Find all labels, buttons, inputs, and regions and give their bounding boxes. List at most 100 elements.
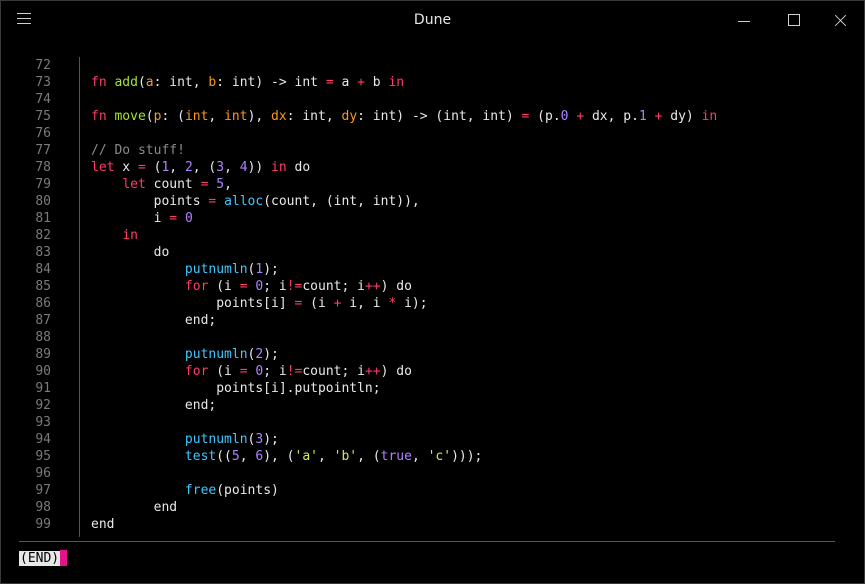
code-token: 3: [216, 160, 225, 175]
line-number: 72: [35, 58, 51, 73]
status-divider: [19, 541, 835, 542]
code-token: putnumln: [184, 262, 248, 277]
code-token: !=: [286, 364, 303, 379]
line-number: 90: [35, 364, 51, 379]
code-token: =: [325, 75, 334, 90]
code-token: in: [388, 75, 405, 90]
code-token: =: [169, 211, 178, 226]
code-token: do: [286, 160, 311, 175]
code-token: count; i: [302, 364, 365, 379]
code-editor[interactable]: 72 73 fn add(a: int, b: int) -> int = a + …: [1, 57, 864, 537]
code-text: for (i = 0; i!=count; i++) do: [91, 278, 412, 295]
code-token: end: [91, 517, 115, 532]
code-text: end;: [91, 312, 216, 329]
code-text: end;: [91, 397, 216, 414]
code-token: points[i].putpointln;: [91, 381, 381, 396]
code-token: ,: [208, 109, 225, 124]
code-token: ,: [411, 449, 428, 464]
code-text: putnumln(1);: [91, 261, 279, 278]
line-number: 98: [35, 500, 51, 515]
code-token: 0: [184, 211, 193, 226]
code-token: count; i: [302, 279, 365, 294]
code-token: i: [91, 211, 170, 226]
minimize-icon[interactable]: [734, 11, 754, 31]
code-token: =: [239, 364, 248, 379]
line-number: 85: [35, 279, 51, 294]
code-text: // Do stuff!: [91, 142, 185, 159]
close-icon[interactable]: [831, 11, 851, 31]
code-text: end: [91, 499, 177, 516]
code-token: int: [184, 109, 209, 124]
status-bar: (END): [19, 550, 68, 567]
code-token: ) do: [380, 279, 412, 294]
code-text: in: [91, 227, 138, 244]
code-token: , (: [192, 160, 217, 175]
code-token: (count, (int, int)),: [263, 194, 420, 209]
code-token: end: [91, 500, 178, 515]
code-token: let: [122, 177, 146, 192]
code-token: dy: [341, 109, 358, 124]
line-number: 96: [35, 466, 51, 481]
code-text: free(points): [91, 482, 279, 499]
code-token: 5: [231, 449, 240, 464]
code-token: dx: [271, 109, 287, 124]
line-number: 99: [35, 517, 51, 532]
code-token: );: [263, 347, 279, 362]
code-token: putnumln: [184, 347, 248, 362]
line-number: 73: [35, 75, 51, 90]
code-token: a: [333, 75, 358, 90]
code-token: )): [247, 160, 272, 175]
line-number: 80: [35, 194, 51, 209]
code-token: =: [239, 279, 248, 294]
code-text: points[i] = (i + i, i * i);: [91, 295, 427, 312]
code-token: );: [263, 432, 279, 447]
line-number: 81: [35, 211, 51, 226]
line-number: 88: [35, 330, 51, 345]
code-token: +: [576, 109, 585, 124]
code-token: +: [357, 75, 365, 90]
title-bar: Dune: [1, 1, 864, 41]
code-token: ; i: [263, 364, 287, 379]
code-token: move: [114, 109, 146, 124]
code-token: );: [263, 262, 279, 277]
code-token: 2: [184, 160, 193, 175]
code-text: putnumln(3);: [91, 431, 279, 448]
code-token: 'b': [333, 449, 358, 464]
line-number: 86: [35, 296, 51, 311]
line-number: 95: [35, 449, 51, 464]
line-number: 83: [35, 245, 51, 260]
code-token: fn: [91, 75, 107, 90]
code-text: do: [91, 244, 170, 261]
line-number: 87: [35, 313, 51, 328]
code-text: let count = 5,: [91, 176, 232, 193]
code-token: !=: [286, 279, 303, 294]
code-token: putnumln: [184, 432, 248, 447]
code-token: 1: [638, 109, 647, 124]
code-token: end;: [91, 313, 217, 328]
code-token: ; i: [263, 279, 287, 294]
code-token: ,: [224, 177, 232, 192]
code-text: points = alloc(count, (int, int)),: [91, 193, 420, 210]
code-token: int: [224, 109, 248, 124]
code-token: for: [184, 364, 209, 379]
line-number: 78: [35, 160, 51, 175]
code-text: for (i = 0; i!=count; i++) do: [91, 363, 412, 380]
code-token: , (: [357, 449, 381, 464]
code-token: (: [145, 109, 154, 124]
code-token: 'a': [294, 449, 318, 464]
code-text: end: [91, 516, 114, 533]
code-token: =: [137, 160, 146, 175]
code-token: (i: [208, 279, 240, 294]
code-text: i = 0: [91, 210, 193, 227]
maximize-icon[interactable]: [784, 11, 804, 31]
code-token: (i: [208, 364, 240, 379]
line-number: 76: [35, 126, 51, 141]
code-token: in: [122, 228, 138, 243]
line-number: 97: [35, 483, 51, 498]
code-token: b: [364, 75, 389, 90]
code-text: putnumln(2);: [91, 346, 279, 363]
